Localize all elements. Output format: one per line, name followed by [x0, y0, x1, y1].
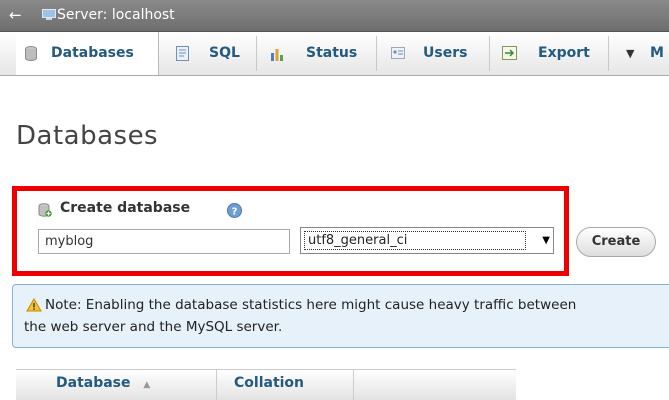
column-divider: [216, 370, 217, 400]
column-divider: [353, 370, 354, 400]
sql-icon: [176, 46, 189, 61]
warning-icon: [26, 298, 42, 312]
tab-label: Status: [306, 45, 358, 61]
svg-text:?: ?: [232, 207, 238, 218]
column-label: Database: [56, 375, 131, 391]
tab-label: M: [650, 45, 664, 61]
tab-export[interactable]: Export: [490, 32, 608, 75]
create-database-label: Create database: [60, 200, 191, 216]
more-caret-icon: ▼: [626, 47, 635, 60]
sort-ascending-icon: ▲: [143, 380, 151, 390]
page-title: Databases: [16, 121, 159, 151]
tab-users[interactable]: Users: [377, 32, 489, 75]
status-icon: [271, 49, 283, 61]
database-name-input[interactable]: [38, 229, 290, 254]
notice-line-1: Note: Enabling the database statistics h…: [45, 297, 577, 313]
tab-label: Databases: [51, 45, 134, 61]
tab-sql[interactable]: SQL: [160, 32, 256, 75]
main-tab-bar: Databases SQL Status Users Export ▼ M: [0, 32, 669, 76]
column-header-database[interactable]: Database ▲: [56, 375, 150, 391]
new-database-icon: [38, 203, 52, 217]
tab-status[interactable]: Status: [257, 32, 376, 75]
tab-label: Users: [423, 45, 468, 61]
statistics-notice: Note: Enabling the database statistics h…: [12, 284, 669, 348]
users-icon: [391, 47, 405, 59]
tab-more[interactable]: ▼ M: [609, 32, 669, 75]
server-icon: [42, 9, 56, 20]
database-icon: [25, 46, 37, 61]
notice-line-2: the web server and the MySQL server.: [24, 319, 283, 335]
column-header-collation[interactable]: Collation: [234, 375, 304, 391]
tab-databases[interactable]: Databases: [16, 32, 159, 75]
collation-select[interactable]: utf8_general_ci ▼: [300, 227, 554, 254]
tab-label: Export: [538, 45, 590, 61]
back-arrow-icon[interactable]: ←: [9, 6, 22, 24]
server-link[interactable]: Server: localhost: [57, 7, 175, 23]
export-icon: [502, 46, 517, 60]
help-icon[interactable]: ?: [227, 203, 242, 218]
collation-selected-value: utf8_general_ci: [304, 231, 526, 250]
server-breadcrumb-bar: ← Server: localhost: [0, 0, 669, 32]
dropdown-arrow-icon: ▼: [542, 235, 550, 246]
database-table-header: Database ▲ Collation: [16, 369, 516, 400]
create-button[interactable]: Create: [576, 227, 656, 257]
tab-label: SQL: [209, 45, 240, 61]
